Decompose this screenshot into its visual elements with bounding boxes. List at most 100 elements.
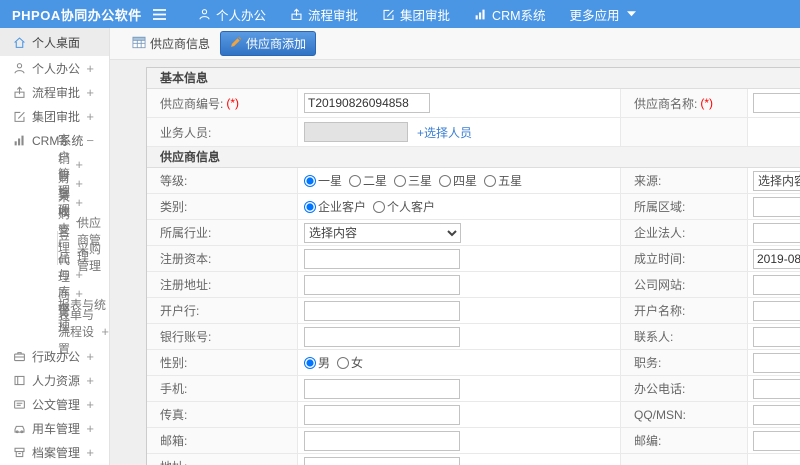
- legal-person-input[interactable]: [753, 222, 800, 243]
- person-icon: [198, 8, 211, 21]
- briefcase-icon: [13, 350, 26, 363]
- grade-radio-option[interactable]: 四星: [439, 172, 477, 189]
- nav-workflow-approval[interactable]: 流程审批: [290, 5, 358, 24]
- hamburger-menu-icon[interactable]: [146, 8, 172, 21]
- grade-radio-option[interactable]: 五星: [484, 172, 522, 189]
- tab-supplier-add[interactable]: 供应商添加: [220, 31, 317, 56]
- field-cell: [748, 89, 800, 117]
- field-label: [621, 118, 748, 146]
- gender-radio[interactable]: [304, 356, 316, 369]
- form-row: 手机: 办公电话:: [147, 376, 800, 402]
- sidebar-item-product-inventory[interactable]: 产品与库存 +: [0, 234, 109, 316]
- top-nav: 个人办公 流程审批 集团审批 CRM系统 更多应用: [198, 5, 660, 24]
- account-name-input[interactable]: [753, 300, 800, 321]
- grade-radio[interactable]: [349, 174, 362, 187]
- email-input[interactable]: [304, 430, 460, 451]
- hr-book-icon: [13, 374, 26, 387]
- grade-radio[interactable]: [304, 174, 316, 187]
- nav-more-apps[interactable]: 更多应用: [570, 5, 636, 24]
- main-content: 供应商信息 供应商添加 基本信息 供应商编号: (*) 供应商名称:: [110, 28, 800, 465]
- table-icon: [132, 36, 146, 52]
- tab-supplier-info[interactable]: 供应商信息: [132, 35, 210, 52]
- form-panel: 基本信息 供应商编号: (*) 供应商名称: (*): [146, 67, 800, 465]
- supplier-name-input[interactable]: [753, 93, 800, 113]
- bank-branch-input[interactable]: [304, 300, 460, 321]
- gender-radio-option[interactable]: 女: [337, 354, 363, 371]
- office-phone-input[interactable]: [753, 378, 800, 399]
- contact-input[interactable]: [753, 326, 800, 347]
- qq-msn-input[interactable]: [753, 404, 800, 425]
- choose-staff-link[interactable]: +选择人员: [417, 124, 472, 141]
- sidebar-item-group-approval[interactable]: 集团审批 +: [0, 104, 109, 128]
- source-select[interactable]: 选择内容: [753, 170, 800, 191]
- bank-account-input[interactable]: [304, 326, 460, 347]
- established-date-input[interactable]: [753, 248, 800, 269]
- form-row: 注册资本: 成立时间:: [147, 246, 800, 272]
- person-icon: [13, 62, 26, 75]
- registered-capital-input[interactable]: [304, 248, 460, 269]
- staff-input[interactable]: [304, 122, 408, 142]
- grade-radio-option[interactable]: 一星: [304, 172, 342, 189]
- industry-select[interactable]: 选择内容: [304, 222, 461, 243]
- sidebar-item-workflow-approval[interactable]: 流程审批 +: [0, 80, 109, 104]
- nav-personal-office[interactable]: 个人办公: [198, 5, 266, 24]
- grade-radio-option[interactable]: 二星: [349, 172, 387, 189]
- supplier-no-input[interactable]: [304, 93, 430, 113]
- website-input[interactable]: [753, 274, 800, 295]
- sidebar-item-personal-desktop[interactable]: 个人桌面: [0, 28, 109, 56]
- caret-down-icon: [626, 11, 636, 17]
- field-label: 业务人员:: [147, 118, 298, 146]
- grade-radio[interactable]: [439, 174, 452, 187]
- pencil-icon: [230, 36, 242, 51]
- sidebar-item-personal-office[interactable]: 个人办公 +: [0, 56, 109, 80]
- nav-crm-system[interactable]: CRM系统: [474, 5, 546, 24]
- region-input[interactable]: [753, 196, 800, 217]
- sidebar-item-document-mgmt[interactable]: 公文管理 +: [0, 392, 109, 416]
- grade-radio-group: 一星 二星 三星 四星 五星: [298, 168, 621, 193]
- field-label: 供应商名称: (*): [621, 89, 748, 117]
- form-row: 供应商编号: (*) 供应商名称: (*): [147, 89, 800, 118]
- category-radio[interactable]: [373, 200, 386, 213]
- grade-radio-option[interactable]: 三星: [394, 172, 432, 189]
- gender-radio-option[interactable]: 男: [304, 354, 330, 371]
- sidebar-item-admin-office[interactable]: 行政办公 +: [0, 344, 109, 368]
- app-logo: PHPOA协同办公软件: [12, 7, 142, 23]
- sidebar-item-crm-system[interactable]: CRM系统 −: [0, 128, 109, 152]
- form-row: 银行账号: 联系人:: [147, 324, 800, 350]
- category-radio[interactable]: [304, 200, 316, 213]
- sidebar: 个人桌面 个人办公 + 流程审批 + 集团审批 + CRM系统 − 客户管理 +: [0, 28, 110, 465]
- form-row: 邮箱: 邮编:: [147, 428, 800, 454]
- workflow-approval-icon: [13, 86, 26, 99]
- grade-radio[interactable]: [394, 174, 407, 187]
- registered-address-input[interactable]: [304, 274, 460, 295]
- sidebar-item-customer-mgmt[interactable]: 客户管理 +: [0, 133, 109, 198]
- sidebar-item-finance[interactable]: 财务收支 +: [0, 171, 109, 236]
- sidebar-item-archive-mgmt[interactable]: 档案管理 +: [0, 440, 109, 464]
- gender-radio[interactable]: [337, 356, 350, 369]
- sidebar-item-sales-mgmt[interactable]: 销售管理 +: [0, 152, 109, 217]
- form-row: 传真: QQ/MSN:: [147, 402, 800, 428]
- sidebar-item-form-workflow-settings[interactable]: 表单与流程设置 +: [0, 308, 109, 356]
- nav-group-approval[interactable]: 集团审批: [382, 5, 450, 24]
- field-cell: +选择人员: [298, 118, 621, 146]
- sidebar-item-vehicle-mgmt[interactable]: 用车管理 +: [0, 416, 109, 440]
- form-row: 等级: 一星 二星 三星 四星 五星 来源: 选择内容: [147, 168, 800, 194]
- mobile-input[interactable]: [304, 378, 460, 399]
- category-radio-option[interactable]: 企业客户: [304, 198, 366, 215]
- car-icon: [13, 422, 26, 435]
- form-row: 所属行业: 选择内容 企业法人:: [147, 220, 800, 246]
- grade-radio[interactable]: [484, 174, 497, 187]
- gender-radio-group: 男 女: [298, 350, 621, 375]
- address-input[interactable]: [304, 456, 460, 465]
- archive-icon: [13, 446, 26, 459]
- document-icon: [13, 398, 26, 411]
- form-row: 类别: 企业客户 个人客户 所属区域:: [147, 194, 800, 220]
- crm-chart-icon: [13, 134, 26, 147]
- zip-input[interactable]: [753, 430, 800, 451]
- category-radio-option[interactable]: 个人客户: [373, 198, 435, 215]
- sidebar-item-hr[interactable]: 人力资源 +: [0, 368, 109, 392]
- field-cell: [298, 89, 621, 117]
- position-input[interactable]: [753, 352, 800, 373]
- fax-input[interactable]: [304, 404, 460, 425]
- workflow-approval-icon: [290, 8, 303, 21]
